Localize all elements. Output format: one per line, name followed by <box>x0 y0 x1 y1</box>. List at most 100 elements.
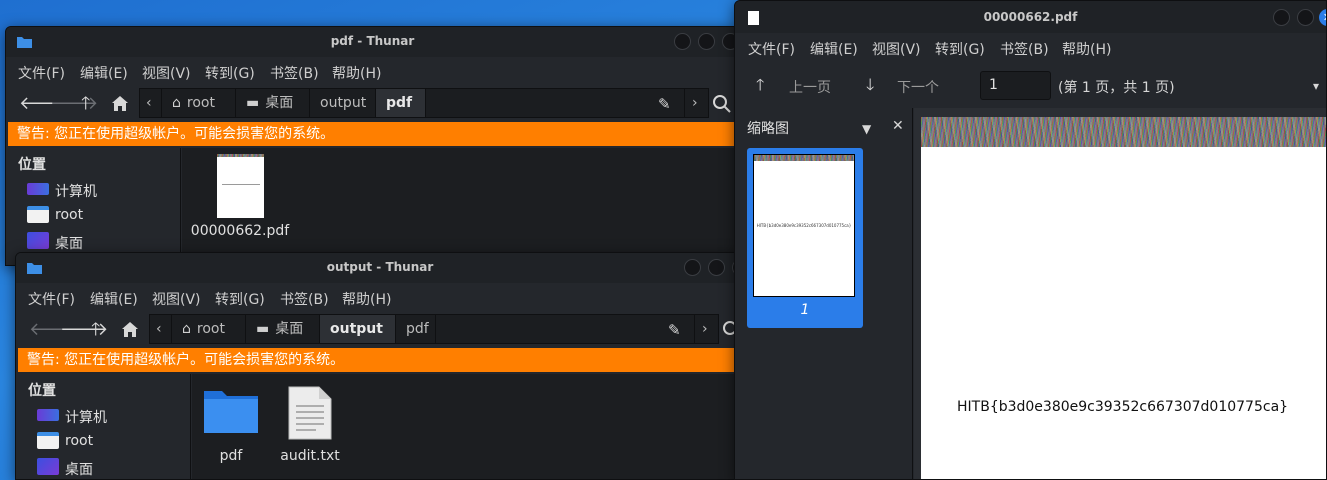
root-warning-bar: 警告: 您正在使用超级帐户。可能会损害您的系统。 <box>18 348 744 372</box>
window-title: 00000662.pdf <box>983 10 1078 24</box>
minimize-button[interactable] <box>674 33 691 50</box>
place-label: 计算机 <box>55 184 97 200</box>
maximize-button[interactable] <box>1297 9 1314 26</box>
file-item[interactable]: 00000662.pdf <box>188 154 292 244</box>
previous-page-button[interactable]: 🡑 上一页 <box>753 75 843 97</box>
places-sidebar: 位置 计算机 root 桌面 <box>18 374 191 479</box>
computer-icon <box>27 183 49 195</box>
menu-help[interactable]: 帮助(H) <box>332 63 381 83</box>
dropdown-icon[interactable]: ▾ <box>1313 77 1319 95</box>
next-page-button[interactable]: 🡓 下一个 <box>863 75 953 97</box>
arrow-down-icon: 🡓 <box>866 75 875 94</box>
page-text: HITB{b3d0e380e9c39352c667307d010775ca} <box>957 399 1289 415</box>
minimize-button[interactable] <box>1273 9 1290 26</box>
search-icon[interactable] <box>712 94 732 114</box>
crumb-pdf[interactable]: pdf <box>396 315 436 343</box>
place-label: 桌面 <box>55 236 83 252</box>
path-scroll-right[interactable]: › <box>694 315 718 343</box>
menu-bookmarks[interactable]: 书签(B) <box>270 63 319 83</box>
minimize-button[interactable] <box>684 259 701 276</box>
menu-view[interactable]: 视图(V) <box>142 63 191 83</box>
menu-edit[interactable]: 编辑(E) <box>810 39 858 59</box>
titlebar[interactable]: pdf - Thunar <box>6 27 739 57</box>
menu-edit[interactable]: 编辑(E) <box>90 289 138 309</box>
forward-icon[interactable]: 🡒 <box>50 95 98 113</box>
file-item[interactable]: pdf <box>198 384 264 470</box>
menu-file[interactable]: 文件(F) <box>748 39 795 59</box>
crumb-output[interactable]: output <box>320 315 396 343</box>
places-heading: 位置 <box>28 383 56 399</box>
chevron-down-icon[interactable]: ▼ <box>862 120 871 138</box>
menu-bookmarks[interactable]: 书签(B) <box>280 289 329 309</box>
path-scroll-right[interactable]: › <box>684 89 708 117</box>
file-name: 00000662.pdf <box>190 223 290 239</box>
crumb-output[interactable]: output <box>310 89 376 117</box>
thumbnail-sidebar: 缩略图 ▼ ✕ HITB{b3d0e380e9c39352c667307d010… <box>735 108 913 479</box>
button-label: 下一个 <box>897 80 939 96</box>
place-desktop[interactable]: 桌面 <box>37 458 187 478</box>
place-label: root <box>55 207 84 223</box>
place-computer[interactable]: 计算机 <box>27 180 177 200</box>
crumb-root[interactable]: ⌂ root <box>172 315 246 343</box>
forward-icon[interactable]: 🡒 <box>60 321 108 339</box>
crumb-label: output <box>320 95 367 111</box>
toolbar: 🡐 🡒 🡑 ‹ ⌂ root ▬ 桌面 output pdf ✎ › <box>6 86 739 122</box>
pathbar: ‹ ⌂ root ▬ 桌面 output pdf ✎ › <box>139 88 709 118</box>
file-item[interactable]: audit.txt <box>272 384 348 470</box>
edit-path-icon[interactable]: ✎ <box>658 95 671 113</box>
crumb-desktop[interactable]: ▬ 桌面 <box>236 89 310 117</box>
menu-go[interactable]: 转到(G) <box>215 289 265 309</box>
places-heading: 位置 <box>18 157 46 173</box>
menu-help[interactable]: 帮助(H) <box>342 289 391 309</box>
menu-file[interactable]: 文件(F) <box>28 289 75 309</box>
up-icon[interactable]: 🡑 <box>81 95 90 113</box>
menu-edit[interactable]: 编辑(E) <box>80 63 128 83</box>
thumbnail-selected[interactable]: HITB{b3d0e380e9c39352c667307d010775ca} 1 <box>747 148 863 328</box>
thunar-output-window: output - Thunar 文件(F) 编辑(E) 视图(V) 转到(G) … <box>15 252 745 480</box>
menubar: 文件(F) 编辑(E) 视图(V) 转到(G) 书签(B) 帮助(H) <box>735 35 1326 61</box>
document-view[interactable]: HITB{b3d0e380e9c39352c667307d010775ca} <box>914 108 1326 479</box>
place-computer[interactable]: 计算机 <box>37 406 187 426</box>
home-folder-icon <box>37 432 59 449</box>
crumb-desktop[interactable]: ▬ 桌面 <box>246 315 320 343</box>
maximize-button[interactable] <box>698 33 715 50</box>
menu-view[interactable]: 视图(V) <box>152 289 201 309</box>
place-root[interactable]: root <box>27 206 177 226</box>
maximize-button[interactable] <box>708 259 725 276</box>
desktop-icon: ▬ <box>246 95 260 111</box>
file-view[interactable]: 00000662.pdf <box>182 148 739 265</box>
titlebar[interactable]: 00000662.pdf ✕ <box>735 1 1326 33</box>
place-desktop[interactable]: 桌面 <box>27 232 177 252</box>
edit-path-icon[interactable]: ✎ <box>668 321 681 339</box>
home-folder-icon <box>27 206 49 223</box>
toolbar: 🡐 🡒 🡑 ‹ ⌂ root ▬ 桌面 output pdf ✎ › <box>16 312 744 348</box>
crumb-label: root <box>196 321 225 337</box>
menu-go[interactable]: 转到(G) <box>935 39 985 59</box>
crumb-label: 桌面 <box>265 95 294 111</box>
home-icon: ⌂ <box>182 321 191 337</box>
crumb-root[interactable]: ⌂ root <box>162 89 236 117</box>
path-scroll-left[interactable]: ‹ <box>140 89 162 117</box>
crumb-label: 桌面 <box>275 321 304 337</box>
crumb-label: pdf <box>386 95 413 111</box>
up-icon[interactable]: 🡑 <box>91 321 100 339</box>
titlebar[interactable]: output - Thunar <box>16 253 744 283</box>
crumb-pdf[interactable]: pdf <box>376 89 426 117</box>
folder-icon <box>204 391 258 433</box>
close-icon[interactable]: ✕ <box>892 117 904 135</box>
menu-bookmarks[interactable]: 书签(B) <box>1000 39 1049 59</box>
places-sidebar: 位置 计算机 root 桌面 <box>8 148 181 265</box>
page-number-input[interactable]: 1 <box>980 71 1051 100</box>
home-icon[interactable] <box>121 321 139 338</box>
home-icon[interactable] <box>111 95 129 112</box>
menu-file[interactable]: 文件(F) <box>18 63 65 83</box>
path-scroll-left[interactable]: ‹ <box>150 315 172 343</box>
thunar-pdf-window: pdf - Thunar 文件(F) 编辑(E) 视图(V) 转到(G) 书签(… <box>5 26 740 266</box>
place-root[interactable]: root <box>37 432 187 452</box>
menu-go[interactable]: 转到(G) <box>205 63 255 83</box>
root-warning-bar: 警告: 您正在使用超级帐户。可能会损害您的系统。 <box>8 122 739 146</box>
menu-help[interactable]: 帮助(H) <box>1062 39 1111 59</box>
menu-view[interactable]: 视图(V) <box>872 39 921 59</box>
file-view[interactable]: pdf audit.txt <box>192 374 744 479</box>
arrow-up-icon: 🡑 <box>756 75 765 94</box>
